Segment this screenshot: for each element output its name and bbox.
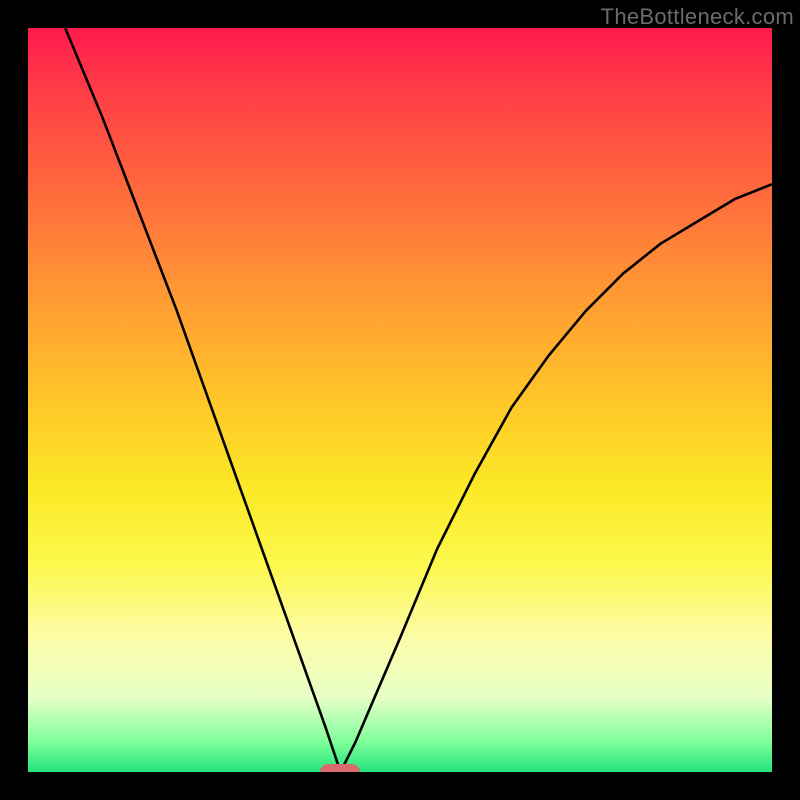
- optimum-marker: [320, 764, 360, 772]
- plot-area: [28, 28, 772, 772]
- watermark-text: TheBottleneck.com: [601, 4, 794, 30]
- curve-layer: [28, 28, 772, 772]
- bottleneck-curve: [65, 28, 772, 772]
- chart-frame: TheBottleneck.com: [0, 0, 800, 800]
